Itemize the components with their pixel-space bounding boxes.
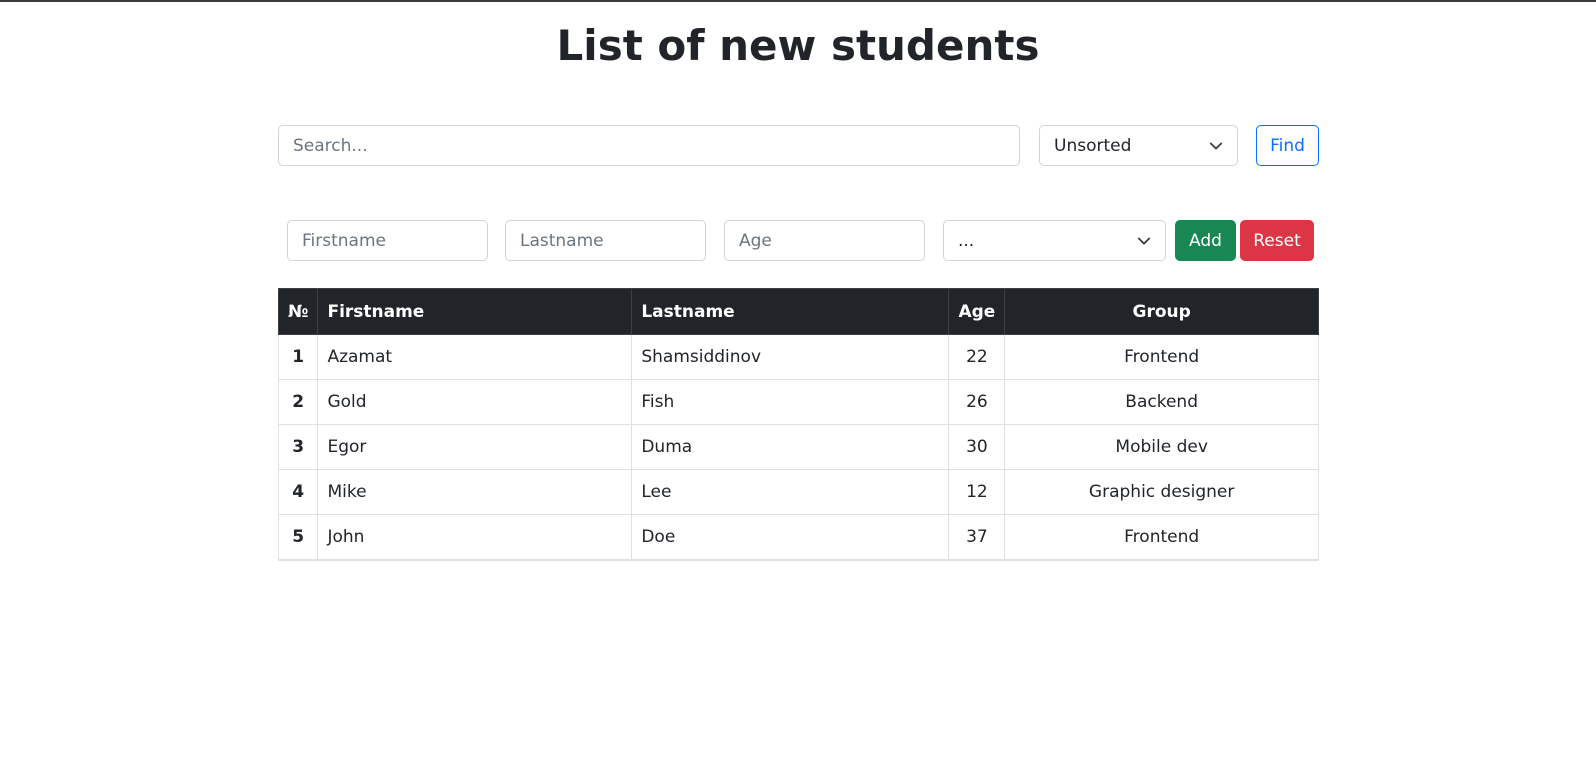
row-group: Frontend	[1004, 514, 1319, 561]
table-header-row: № Firstname Lastname Age Group	[277, 288, 1319, 335]
row-age: 30	[948, 424, 1006, 470]
table-row: 2 Gold Fish 26 Backend	[277, 379, 1319, 425]
row-age: 26	[948, 379, 1006, 425]
reset-button[interactable]: Reset	[1240, 220, 1314, 261]
row-firstname: John	[317, 514, 633, 561]
table-row: 5 John Doe 37 Frontend	[277, 514, 1319, 561]
students-table: № Firstname Lastname Age Group 1 Azamat …	[277, 288, 1319, 561]
lastname-input[interactable]	[505, 220, 706, 261]
row-firstname: Gold	[317, 379, 633, 425]
table-row: 1 Azamat Shamsiddinov 22 Frontend	[277, 334, 1319, 380]
group-select-value: ...	[958, 230, 975, 251]
firstname-input[interactable]	[287, 220, 488, 261]
row-lastname: Shamsiddinov	[631, 334, 950, 380]
row-group: Backend	[1004, 379, 1319, 425]
chevron-down-icon	[1209, 142, 1223, 150]
sort-select[interactable]: Unsorted	[1039, 125, 1238, 166]
row-firstname: Azamat	[317, 334, 633, 380]
row-number: 4	[277, 469, 319, 515]
table-row: 3 Egor Duma 30 Mobile dev	[277, 424, 1319, 470]
column-header-lastname: Lastname	[631, 288, 950, 335]
row-firstname: Egor	[317, 424, 633, 470]
add-button[interactable]: Add	[1175, 220, 1236, 261]
find-button[interactable]: Find	[1256, 125, 1319, 166]
row-group: Frontend	[1004, 334, 1319, 380]
row-age: 22	[948, 334, 1006, 380]
row-number: 3	[277, 424, 319, 470]
row-age: 37	[948, 514, 1006, 561]
row-number: 2	[277, 379, 319, 425]
sort-select-value: Unsorted	[1054, 135, 1132, 156]
row-lastname: Fish	[631, 379, 950, 425]
row-number: 5	[277, 514, 319, 561]
chevron-down-icon	[1137, 237, 1151, 245]
row-group: Mobile dev	[1004, 424, 1319, 470]
age-input[interactable]	[724, 220, 925, 261]
page-title: List of new students	[556, 21, 1040, 70]
column-header-firstname: Firstname	[317, 288, 633, 335]
top-border	[0, 0, 1596, 2]
row-lastname: Lee	[631, 469, 950, 515]
column-header-group: Group	[1004, 288, 1319, 335]
group-select[interactable]: ...	[943, 220, 1166, 261]
table-row: 4 Mike Lee 12 Graphic designer	[277, 469, 1319, 515]
row-lastname: Doe	[631, 514, 950, 561]
row-firstname: Mike	[317, 469, 633, 515]
row-age: 12	[948, 469, 1006, 515]
column-header-number: №	[277, 288, 319, 335]
row-number: 1	[277, 334, 319, 380]
row-group: Graphic designer	[1004, 469, 1319, 515]
row-lastname: Duma	[631, 424, 950, 470]
column-header-age: Age	[948, 288, 1006, 335]
search-input[interactable]	[278, 125, 1020, 166]
